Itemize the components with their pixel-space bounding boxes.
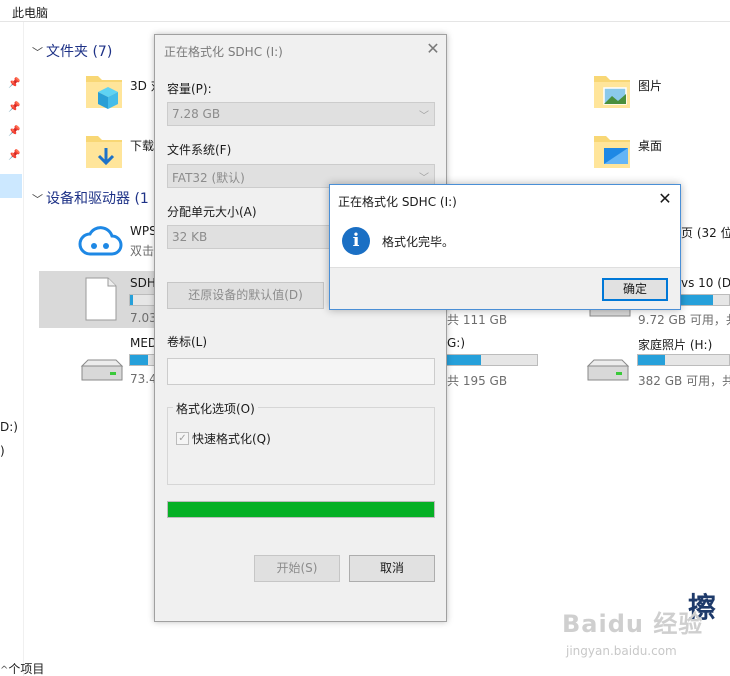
format-options-label: 格式化选项(O) (173, 400, 258, 417)
format-dialog-title: 正在格式化 SDHC (I:) (164, 45, 283, 59)
ok-button[interactable]: 确定 (602, 278, 668, 301)
sd-card-icon (85, 277, 117, 321)
close-icon[interactable]: ✕ (655, 189, 675, 209)
cancel-button[interactable]: 取消 (349, 555, 435, 582)
format-complete-message-box: 正在格式化 SDHC (I:) ✕ i 格式化完毕。 确定 (329, 184, 681, 310)
device-item-label[interactable]: SDH (130, 276, 156, 290)
nav-item-drive-e[interactable]: ) (0, 444, 5, 458)
breadcrumb[interactable]: 此电脑 (12, 4, 48, 21)
device-item-sub: 共 111 GB (447, 313, 508, 327)
device-item-sub: 9.72 GB 可用，共 (638, 313, 730, 327)
folder-downloads-icon (86, 136, 122, 168)
pin-icon: 📌 (8, 78, 21, 89)
nav-item-drive-d[interactable]: D:) (0, 420, 18, 434)
filesystem-label: 文件系统(F) (167, 143, 232, 157)
cloud-icon (78, 226, 123, 256)
capacity-bar (637, 354, 730, 366)
device-item-sub: 382 GB 可用，共 (638, 374, 730, 388)
folder-pictures-icon (594, 76, 630, 108)
device-item-label[interactable]: WPS (130, 224, 157, 238)
message-box-title: 正在格式化 SDHC (I:) (338, 195, 457, 209)
folder-item-label[interactable]: 图片 (638, 77, 662, 94)
folder-item-label[interactable]: 下载 (130, 137, 154, 154)
drive-icon (80, 359, 124, 381)
device-item-label[interactable]: 页 (32 位) (681, 224, 730, 241)
pin-icon: 📌 (8, 102, 21, 113)
info-icon: i (342, 227, 370, 255)
folder-3d-objects-icon (86, 76, 122, 109)
device-item-label[interactable]: vs 10 (D: (681, 276, 730, 290)
capacity-value: 7.28 GB (172, 107, 221, 121)
capacity-bar (446, 354, 538, 366)
volume-label-input[interactable] (167, 358, 435, 385)
chevron-down-icon: ﹀ (32, 193, 43, 206)
chevron-down-icon: ﹀ (419, 173, 429, 184)
format-dialog: 正在格式化 SDHC (I:) ✕ 容量(P): 7.28 GB ﹀ 文件系统(… (154, 34, 447, 622)
device-item-label[interactable]: 家庭照片 (H:) (638, 336, 712, 353)
chevron-down-icon: ﹀ (419, 111, 429, 122)
alloc-unit-label: 分配单元大小(A) (167, 205, 257, 219)
capacity-bar (129, 354, 157, 366)
nav-item-this-pc[interactable] (0, 174, 22, 198)
device-item-sub: 共 195 GB (447, 374, 508, 388)
folder-desktop-icon (594, 136, 630, 168)
quick-format-label[interactable]: 快速格式化(Q) (192, 430, 271, 447)
device-item-sub: 7.03 (130, 311, 157, 325)
chevron-down-icon: ﹀ (32, 46, 43, 59)
pin-icon: 📌 (8, 150, 21, 161)
capacity-label: 容量(P): (167, 82, 212, 96)
alloc-unit-value: 32 KB (172, 230, 208, 244)
drive-icon (586, 359, 630, 381)
watermark-logo: Baidu 经验 (562, 610, 704, 638)
navigation-pane (0, 22, 24, 676)
device-item-label[interactable]: G:) (447, 336, 465, 350)
pin-icon: 📌 (8, 126, 21, 137)
filesystem-value: FAT32 (默认) (172, 171, 245, 185)
folders-section-header[interactable]: ﹀ 文件夹 (7) (32, 41, 112, 61)
format-progress-bar (167, 501, 435, 518)
address-bar[interactable]: 此电脑 (0, 0, 730, 22)
volume-label-label: 卷标(L) (167, 335, 208, 349)
message-box-footer: 确定 (330, 267, 680, 309)
devices-section-header[interactable]: ﹀ 设备和驱动器 (1 (32, 188, 149, 208)
folder-item-label[interactable]: 桌面 (638, 137, 662, 154)
device-item-sub: 双击 (130, 244, 155, 258)
capacity-select[interactable]: 7.28 GB ﹀ (167, 102, 435, 126)
close-icon[interactable]: ✕ (423, 39, 443, 59)
start-button[interactable]: 开始(S) (254, 555, 340, 582)
restore-defaults-button[interactable]: 还原设备的默认值(D) (167, 282, 324, 309)
capacity-bar (129, 294, 157, 306)
items-count: ^个项目 (0, 662, 45, 676)
watermark-url: jingyan.baidu.com (566, 644, 677, 658)
device-item-sub: 73.4 (130, 372, 157, 386)
quick-format-checkbox[interactable]: ✓ (176, 432, 189, 445)
message-text: 格式化完毕。 (382, 235, 455, 249)
